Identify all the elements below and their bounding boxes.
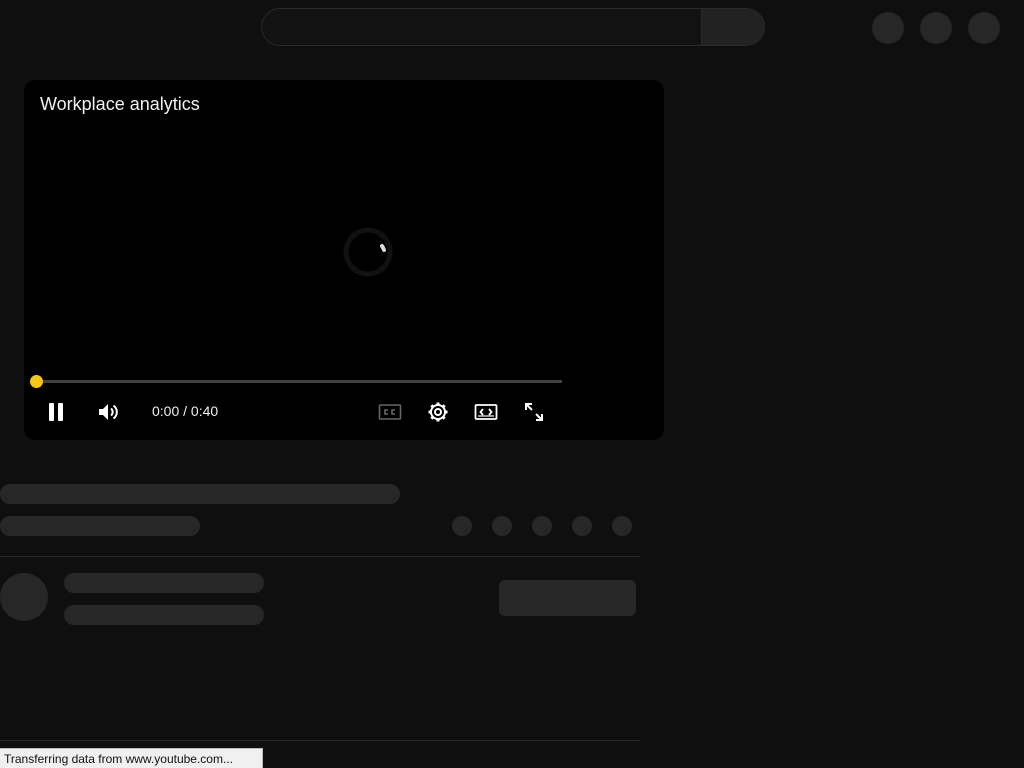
time-current: 0:00 xyxy=(152,403,180,419)
time-display: 0:00 / 0:40 xyxy=(152,403,218,419)
video-title-placeholder xyxy=(0,484,400,504)
video-meta-placeholder xyxy=(0,516,200,536)
channel-subs-placeholder xyxy=(64,605,264,625)
search-button-placeholder[interactable] xyxy=(701,9,764,45)
theater-icon xyxy=(474,404,498,420)
progress-scrubber[interactable] xyxy=(30,375,43,388)
volume-button[interactable] xyxy=(96,400,120,424)
volume-icon xyxy=(99,404,118,420)
divider xyxy=(0,740,640,741)
action-button-placeholder[interactable] xyxy=(532,516,552,536)
action-button-placeholder[interactable] xyxy=(452,516,472,536)
header-icon-placeholder[interactable] xyxy=(872,12,904,44)
channel-avatar-placeholder[interactable] xyxy=(0,573,48,621)
channel-name-placeholder xyxy=(64,573,264,593)
pause-button[interactable] xyxy=(44,400,68,424)
theater-mode-button[interactable] xyxy=(474,400,498,424)
action-button-placeholder[interactable] xyxy=(572,516,592,536)
page: Workplace analytics 0:00 / 0:40 Transfer… xyxy=(0,0,1024,768)
gear-icon xyxy=(428,402,448,422)
player-controls: 0:00 / 0:40 xyxy=(24,392,664,432)
search-bar-placeholder[interactable] xyxy=(261,8,765,46)
header-icon-placeholder[interactable] xyxy=(968,12,1000,44)
fullscreen-icon xyxy=(525,403,543,421)
fullscreen-button[interactable] xyxy=(522,400,546,424)
action-button-placeholder[interactable] xyxy=(492,516,512,536)
video-player[interactable]: Workplace analytics 0:00 / 0:40 xyxy=(24,80,664,440)
video-title[interactable]: Workplace analytics xyxy=(40,94,200,115)
captions-button[interactable] xyxy=(378,400,402,424)
time-total: 0:40 xyxy=(190,403,219,419)
divider xyxy=(0,556,640,557)
header-icon-placeholder[interactable] xyxy=(920,12,952,44)
loading-spinner-icon xyxy=(343,227,393,277)
action-button-placeholder[interactable] xyxy=(612,516,632,536)
pause-icon xyxy=(49,403,63,421)
progress-bar[interactable] xyxy=(30,375,562,388)
cc-icon xyxy=(378,404,402,420)
subscribe-button-placeholder[interactable] xyxy=(499,580,636,616)
time-separator: / xyxy=(183,403,191,419)
settings-button[interactable] xyxy=(426,400,450,424)
browser-status-bar: Transferring data from www.youtube.com..… xyxy=(0,748,263,768)
